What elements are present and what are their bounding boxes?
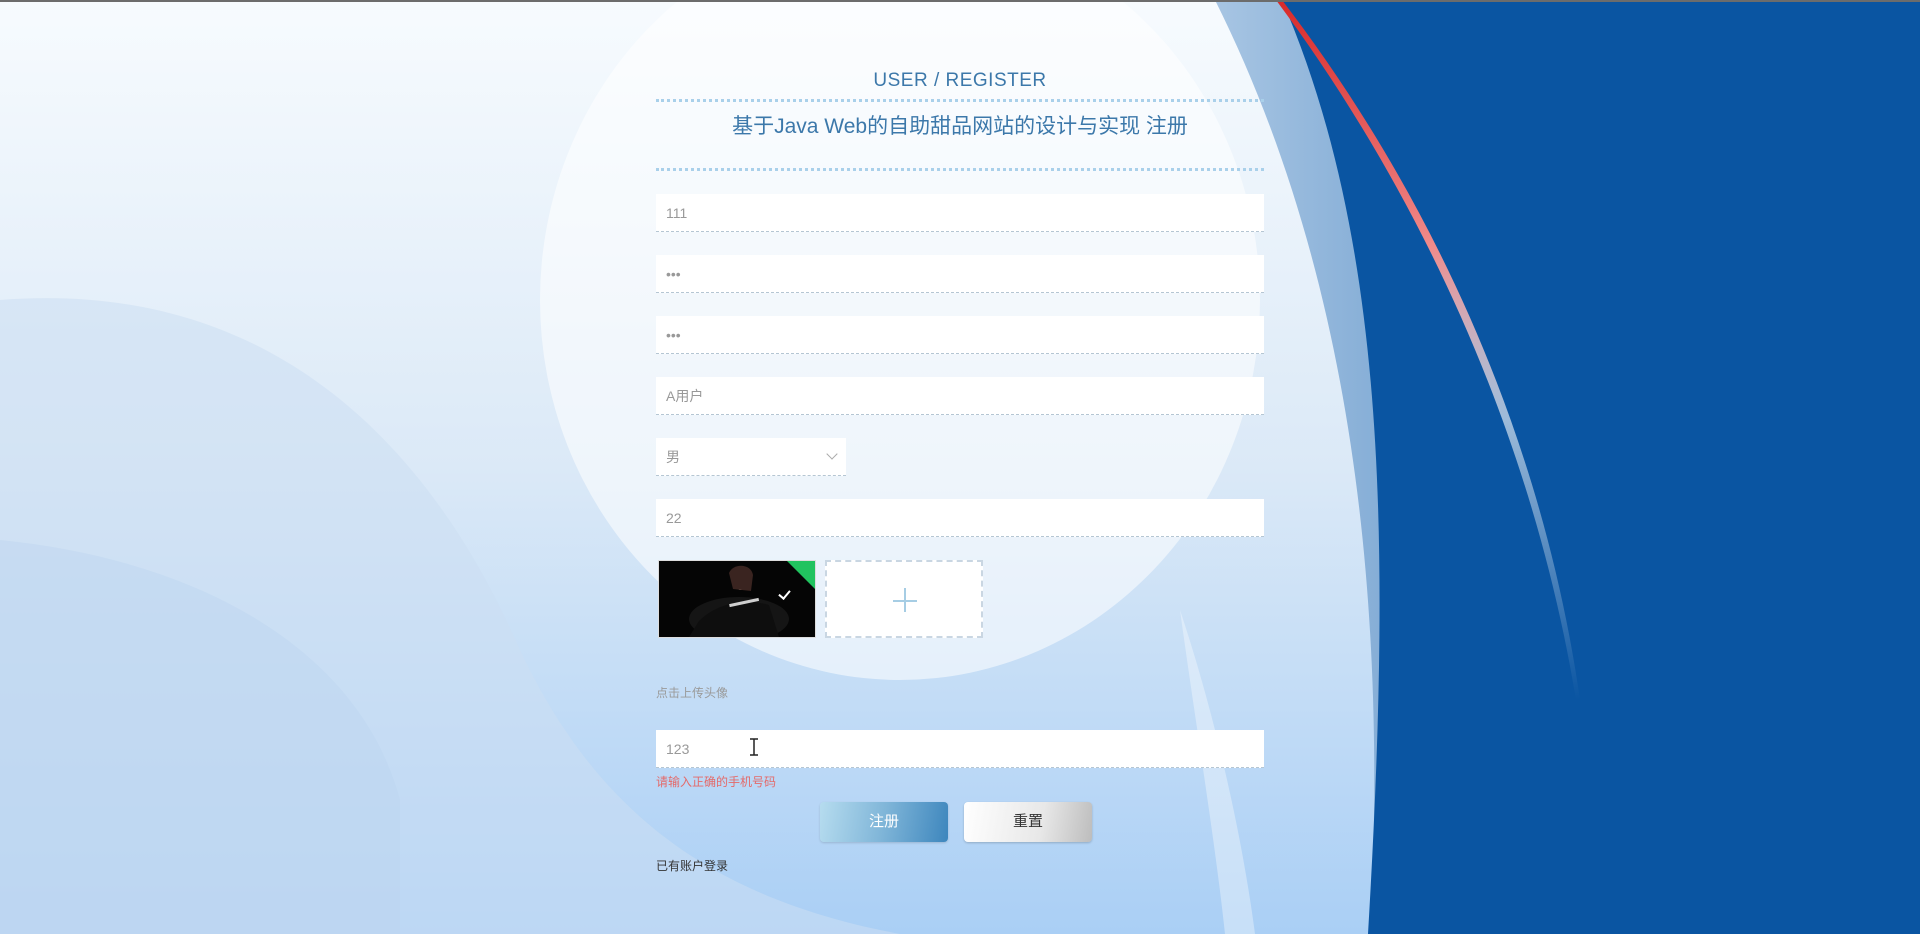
page-subtitle: USER / REGISTER [873,70,1047,91]
text-cursor-icon [750,738,758,756]
upload-success-badge [787,561,815,589]
phone-input[interactable]: 123 [656,730,1264,768]
confirm-password-input[interactable]: ••• [656,316,1264,354]
page-title: 基于Java Web的自助甜品网站的设计与实现 注册 [732,115,1188,138]
phone-error-message: 请输入正确的手机号码 [656,775,777,789]
window-top-border [0,0,1920,2]
plus-icon-vertical [904,588,906,612]
gender-select-value: 男 [666,449,680,465]
age-input[interactable]: 22 [656,499,1264,537]
password-input[interactable]: ••• [656,255,1264,293]
login-link[interactable]: 已有账户登录 [656,857,728,874]
avatar-thumbnail[interactable] [658,560,816,638]
reset-button[interactable]: 重置 [964,802,1092,842]
register-button[interactable]: 注册 [820,802,948,842]
avatar-upload-hint: 点击上传头像 [656,686,729,700]
divider-top [656,99,1264,102]
gender-select[interactable]: 男 [656,438,846,476]
divider-bottom [656,168,1264,171]
avatar-upload-button[interactable] [825,560,983,638]
chevron-down-icon [826,448,838,460]
name-input[interactable]: A用户 [656,377,1264,415]
account-input[interactable]: 111 [656,194,1264,232]
background-artwork [0,0,1920,934]
